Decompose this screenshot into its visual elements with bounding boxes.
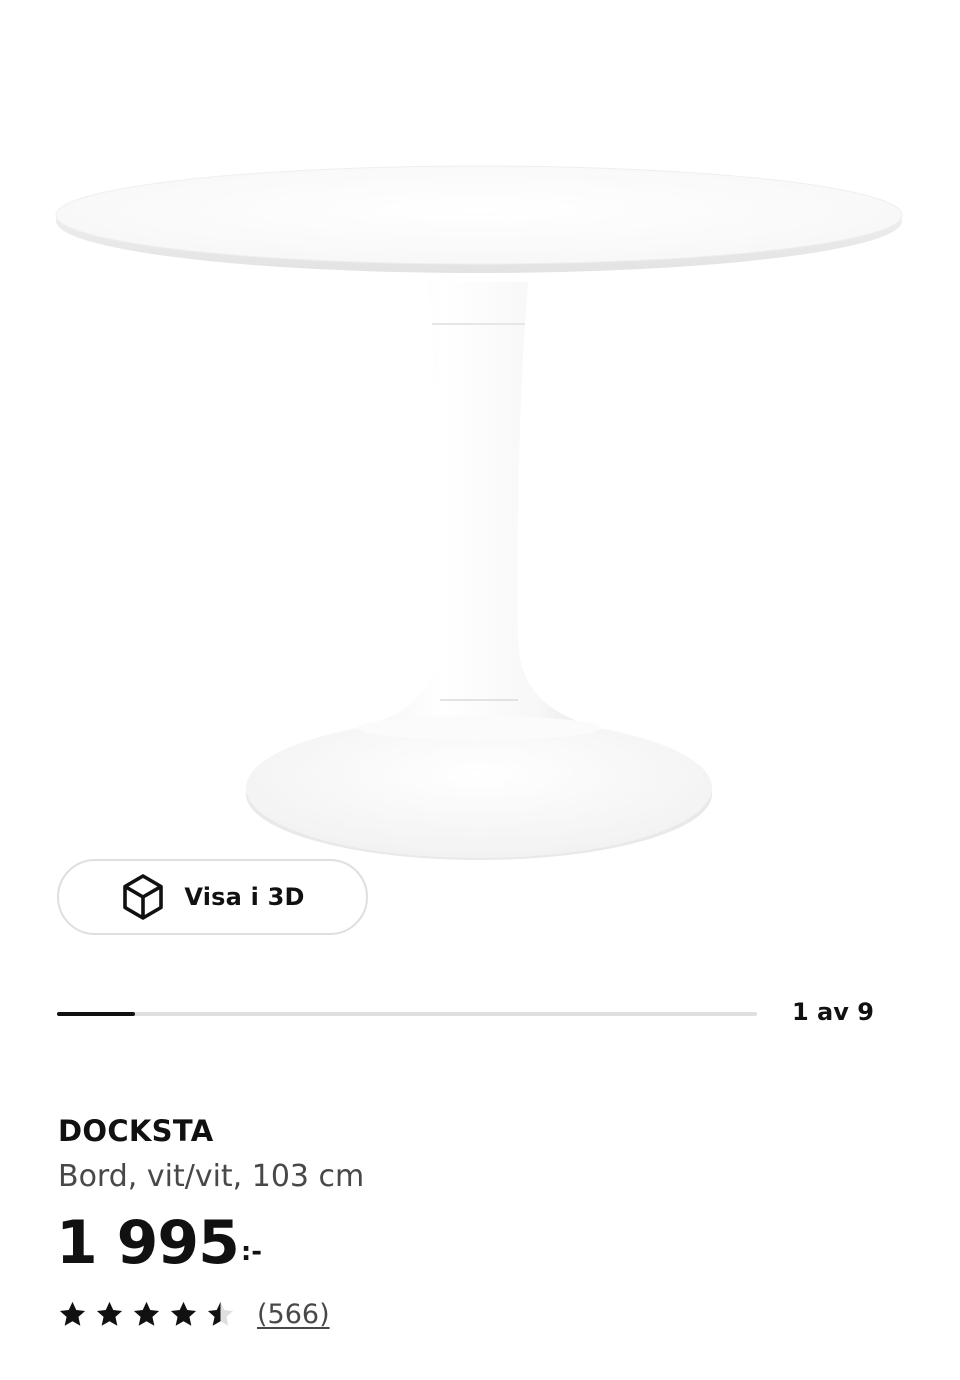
view-in-3d-label: Visa i 3D [184,883,305,911]
price-integer: 1 995 [56,1208,240,1278]
product-price: 1 995 :- [56,1205,262,1281]
product-description: Bord, vit/vit, 103 cm [58,1159,365,1194]
star-icon [59,1301,86,1326]
table-illustration [55,165,903,860]
gallery-progress-track [57,1012,757,1016]
cube-icon [123,874,164,920]
star-icon [170,1301,197,1326]
view-in-3d-button[interactable]: Visa i 3D [57,859,368,935]
product-rating[interactable]: (566) [58,1299,330,1330]
gallery-position-indicator: 1 av 9 [792,998,874,1026]
star-icon [133,1301,160,1326]
star-icon [207,1301,234,1326]
product-name: DOCKSTA [58,1114,214,1148]
rating-stars [58,1300,235,1329]
star-icon [96,1301,123,1326]
review-count-link[interactable]: (566) [257,1299,330,1330]
gallery-progress-fill [57,1012,135,1016]
product-image[interactable] [0,0,960,960]
price-suffix: :- [240,1237,263,1267]
